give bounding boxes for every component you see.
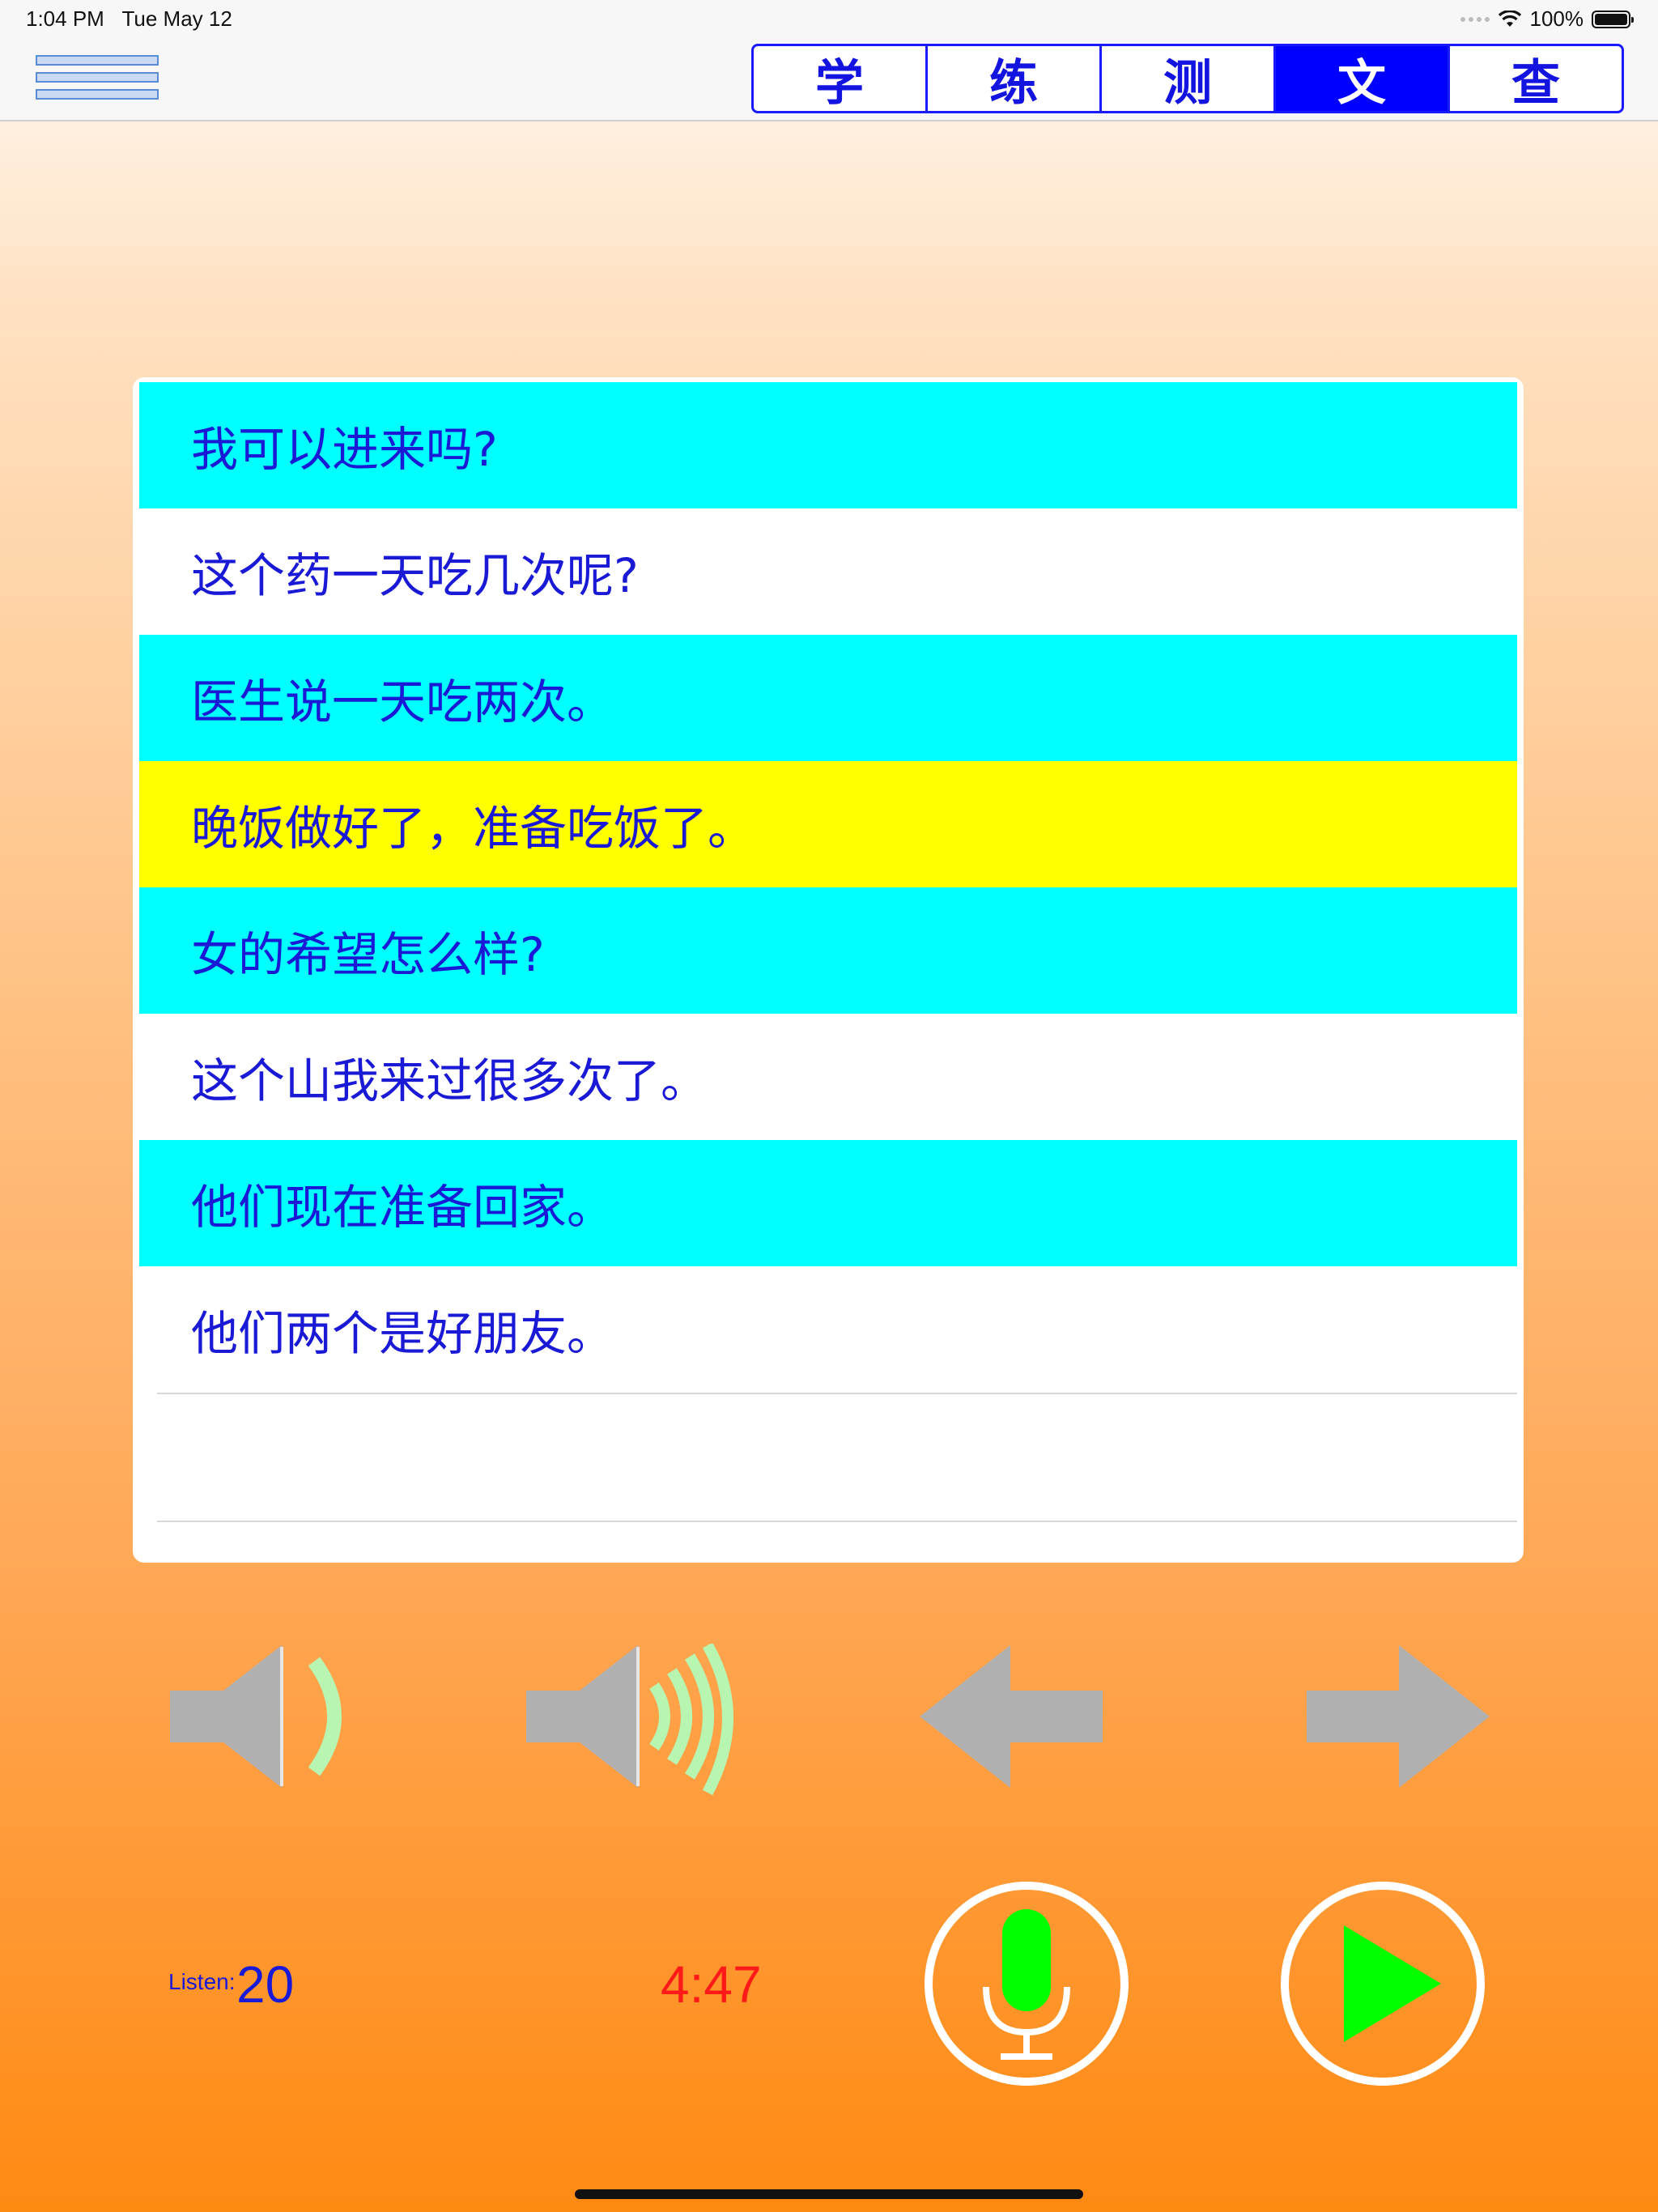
sentence-list: 我可以进来吗? 这个药一天吃几次呢? 医生说一天吃两次。 晚饭做好了，准备吃饭了… [139,382,1517,1563]
status-clock: 1:04 PM [26,6,104,31]
battery-percent: 100% [1529,6,1584,31]
sentence-row[interactable]: 这个山我来过很多次了。 [139,1014,1517,1140]
sentence-row-selected[interactable]: 晚饭做好了，准备吃饭了。 [139,761,1517,887]
status-time: 1:04 PM Tue May 12 [26,6,232,32]
home-indicator [575,2189,1083,2199]
empty-list-row [157,1521,1517,1563]
top-bar: 1:04 PM Tue May 12 100% 学 练 测 文 查 [0,0,1658,121]
speaker-high-icon[interactable] [525,1644,743,1797]
menu-line [36,55,159,66]
cellular-icon [1460,16,1490,22]
sentence-row[interactable]: 女的希望怎么样? [139,887,1517,1014]
app-screen: 1:04 PM Tue May 12 100% 学 练 测 文 查 我可以进来吗… [0,0,1658,2212]
tab-lookup[interactable]: 查 [1450,46,1622,112]
menu-line [36,72,159,83]
sentence-list-card: 我可以进来吗? 这个药一天吃几次呢? 医生说一天吃两次。 晚饭做好了，准备吃饭了… [133,377,1524,1563]
speaker-low-icon[interactable] [167,1644,361,1789]
arrow-left-icon[interactable] [918,1644,1104,1789]
battery-icon [1592,10,1634,28]
status-date: Tue May 12 [121,6,232,31]
listen-label: Listen: [168,1969,236,1994]
menu-line [36,89,159,100]
empty-list-row [157,1393,1517,1521]
play-icon[interactable] [1279,1880,1486,2087]
tab-practice[interactable]: 练 [928,46,1102,111]
microphone-icon[interactable] [923,1880,1130,2087]
sentence-row[interactable]: 医生说一天吃两次。 [139,635,1517,761]
timer: 4:47 [661,1955,762,2014]
mode-segmented-control: 学 练 测 文 查 [751,44,1624,113]
sentence-row[interactable]: 他们现在准备回家。 [139,1140,1517,1266]
wifi-icon [1498,10,1521,27]
status-indicators: 100% [1460,6,1634,32]
sentence-row[interactable]: 我可以进来吗? [139,382,1517,508]
tab-test[interactable]: 测 [1102,46,1276,111]
arrow-right-icon[interactable] [1305,1644,1491,1789]
tab-learn[interactable]: 学 [754,46,928,111]
menu-button[interactable] [36,55,159,102]
sentence-row[interactable]: 这个药一天吃几次呢? [139,508,1517,635]
listen-count: 20 [236,1955,295,2014]
tab-text[interactable]: 文 [1276,46,1450,111]
sentence-row[interactable]: 他们两个是好朋友。 [139,1266,1517,1393]
